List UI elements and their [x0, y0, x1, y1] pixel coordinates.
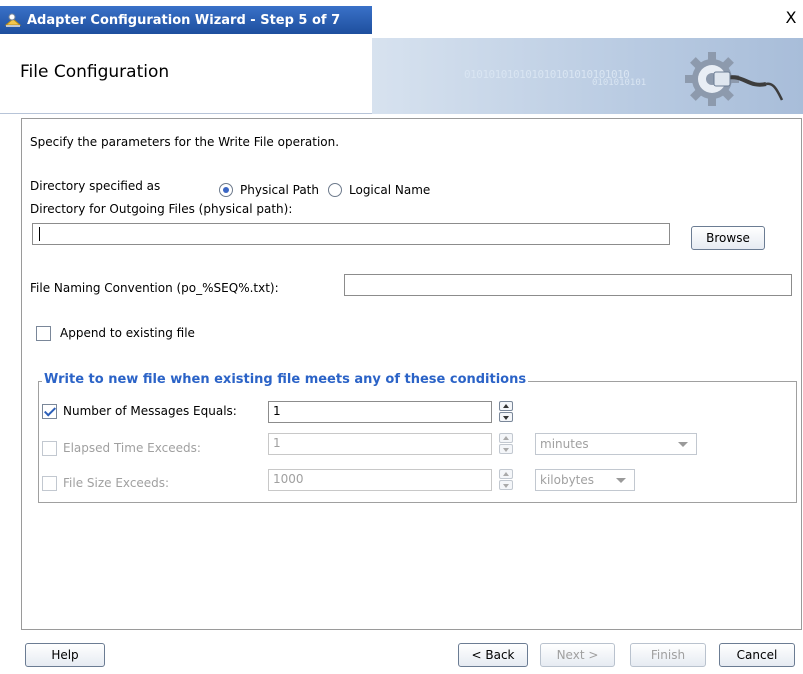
physical-path-radio[interactable] — [219, 183, 233, 197]
messages-label[interactable]: Number of Messages Equals: — [63, 404, 237, 418]
app-icon — [4, 13, 22, 27]
outgoing-dir-field[interactable] — [32, 223, 670, 245]
elapsed-time-unit-select[interactable]: minutes — [535, 433, 697, 455]
messages-checkbox[interactable] — [42, 404, 57, 419]
spinner-down-icon[interactable] — [499, 480, 513, 490]
cancel-button[interactable]: Cancel — [719, 643, 795, 667]
intro-text: Specify the parameters for the Write Fil… — [30, 135, 340, 149]
messages-spinner[interactable] — [499, 401, 513, 423]
conditions-group-title: Write to new file when existing file mee… — [42, 372, 529, 387]
elapsed-time-field[interactable]: 1 — [268, 433, 492, 455]
naming-convention-field[interactable] — [344, 274, 792, 296]
naming-convention-label: File Naming Convention (po_%SEQ%.txt): — [30, 281, 279, 295]
back-button[interactable]: < Back — [458, 643, 528, 667]
finish-button[interactable]: Finish — [630, 643, 706, 667]
logical-name-label[interactable]: Logical Name — [349, 183, 430, 197]
title-bar-active[interactable]: Adapter Configuration Wizard - Step 5 of… — [0, 6, 372, 34]
physical-path-label[interactable]: Physical Path — [240, 183, 319, 197]
title-bar: Adapter Configuration Wizard - Step 5 of… — [0, 0, 803, 34]
spinner-down-icon[interactable] — [499, 412, 513, 422]
outgoing-dir-label: Directory for Outgoing Files (physical p… — [30, 202, 293, 216]
logical-name-radio[interactable] — [328, 183, 342, 197]
close-icon[interactable]: X — [783, 9, 799, 27]
file-size-spinner[interactable] — [499, 469, 513, 491]
main-panel: Specify the parameters for the Write Fil… — [21, 118, 802, 630]
next-button[interactable]: Next > — [540, 643, 615, 667]
elapsed-time-label[interactable]: Elapsed Time Exceeds: — [63, 441, 201, 455]
banner-binary-text-2: 0101010101 — [592, 78, 647, 88]
spinner-down-icon[interactable] — [499, 444, 513, 454]
text-caret — [39, 227, 40, 241]
chevron-down-icon — [616, 478, 626, 483]
window-title: Adapter Configuration Wizard - Step 5 of… — [27, 12, 341, 28]
elapsed-time-spinner[interactable] — [499, 433, 513, 455]
file-size-unit-value: kilobytes — [540, 473, 595, 487]
file-size-checkbox[interactable] — [42, 476, 57, 491]
append-checkbox[interactable] — [36, 326, 51, 341]
header-banner: 010101010101010101010101010 0101010101 — [372, 38, 803, 114]
file-size-field[interactable]: 1000 — [268, 469, 492, 491]
spinner-up-icon[interactable] — [499, 433, 513, 443]
file-size-label[interactable]: File Size Exceeds: — [63, 476, 169, 490]
messages-field[interactable]: 1 — [268, 401, 492, 423]
chevron-down-icon — [678, 442, 688, 447]
elapsed-time-unit-value: minutes — [540, 437, 589, 451]
file-size-unit-select[interactable]: kilobytes — [535, 469, 635, 491]
browse-button[interactable]: Browse — [691, 226, 765, 250]
page-title: File Configuration — [20, 62, 170, 82]
elapsed-time-checkbox[interactable] — [42, 441, 57, 456]
directory-specified-label: Directory specified as — [30, 179, 161, 193]
help-button[interactable]: Help — [25, 643, 105, 667]
append-label[interactable]: Append to existing file — [60, 326, 195, 340]
spinner-up-icon[interactable] — [499, 469, 513, 479]
wizard-header: File Configuration 010101010101010101010… — [0, 34, 803, 114]
spinner-up-icon[interactable] — [499, 401, 513, 411]
gear-plug-icon — [685, 52, 784, 106]
